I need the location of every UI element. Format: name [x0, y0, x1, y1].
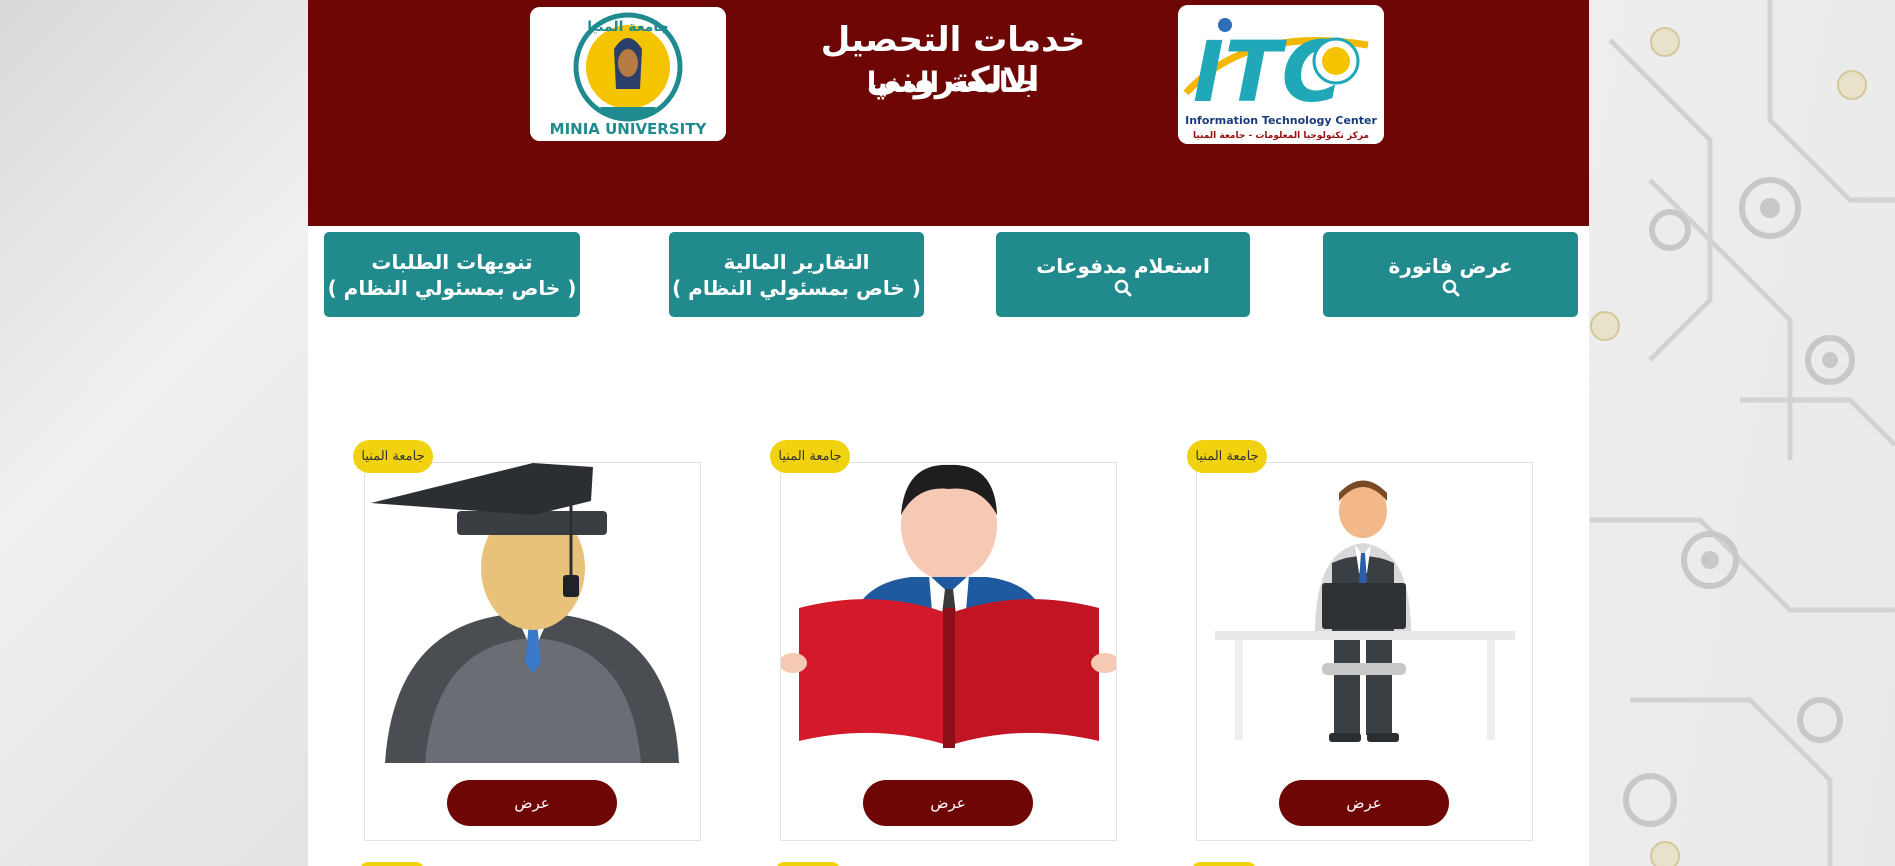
next-row-badge	[1192, 862, 1256, 866]
page-background-left	[0, 0, 308, 866]
page-subtitle: جـامعة المنيا	[866, 66, 1040, 99]
minia-logo-english-text: MINIA UNIVERSITY	[550, 120, 708, 138]
itc-logo-graphic: ITC Information Technology Center مركز ت…	[1178, 5, 1384, 144]
header-banner: جامعة المنيا MINIA UNIVERSITY خدمات التح…	[308, 0, 1589, 226]
itc-logo: ITC Information Technology Center مركز ت…	[1178, 5, 1384, 144]
card-badge: جامعة المنيا	[770, 440, 850, 473]
minia-logo-arabic-text: جامعة المنيا	[587, 19, 668, 35]
view-button[interactable]: عرض	[863, 780, 1033, 826]
card-badge: جامعة المنيا	[1187, 440, 1267, 473]
reader-book-image	[781, 464, 1116, 748]
request-notices-label: تنويهات الطلبات	[371, 249, 533, 274]
financial-reports-label: التقارير المالية	[723, 249, 870, 274]
payments-inquiry-button[interactable]: استعلام مدفوعات	[996, 232, 1250, 317]
itc-arabic-text: مركز تكنولوجيا المعلومات - جامعة المنيا	[1193, 131, 1369, 141]
itc-english-text: Information Technology Center	[1185, 114, 1377, 127]
employee-desk-image	[1215, 480, 1515, 742]
request-notices-button[interactable]: تنويهات الطلبات ( خاص بمسئولي النظام )	[324, 232, 580, 317]
main-container: جامعة المنيا MINIA UNIVERSITY خدمات التح…	[308, 0, 1589, 866]
minia-logo-graphic: جامعة المنيا MINIA UNIVERSITY	[530, 7, 726, 141]
view-button[interactable]: عرض	[447, 780, 617, 826]
graduate-image	[371, 463, 679, 763]
payments-inquiry-label: استعلام مدفوعات	[1036, 253, 1210, 278]
minia-university-logo: جامعة المنيا MINIA UNIVERSITY	[530, 7, 726, 141]
request-notices-admin-note: ( خاص بمسئولي النظام )	[327, 275, 577, 300]
view-invoice-button[interactable]: عرض فاتورة	[1323, 232, 1578, 317]
next-row-badge	[776, 862, 840, 866]
card-badge: جامعة المنيا	[353, 440, 433, 473]
financial-reports-admin-note: ( خاص بمسئولي النظام )	[672, 275, 921, 300]
view-button[interactable]: عرض	[1279, 780, 1449, 826]
financial-reports-button[interactable]: التقارير المالية ( خاص بمسئولي النظام )	[669, 232, 924, 317]
next-row-badge	[360, 862, 424, 866]
view-invoice-label: عرض فاتورة	[1388, 253, 1513, 278]
circuit-background-decoration	[1590, 0, 1895, 866]
search-icon	[1442, 279, 1460, 297]
search-icon	[1114, 279, 1132, 297]
